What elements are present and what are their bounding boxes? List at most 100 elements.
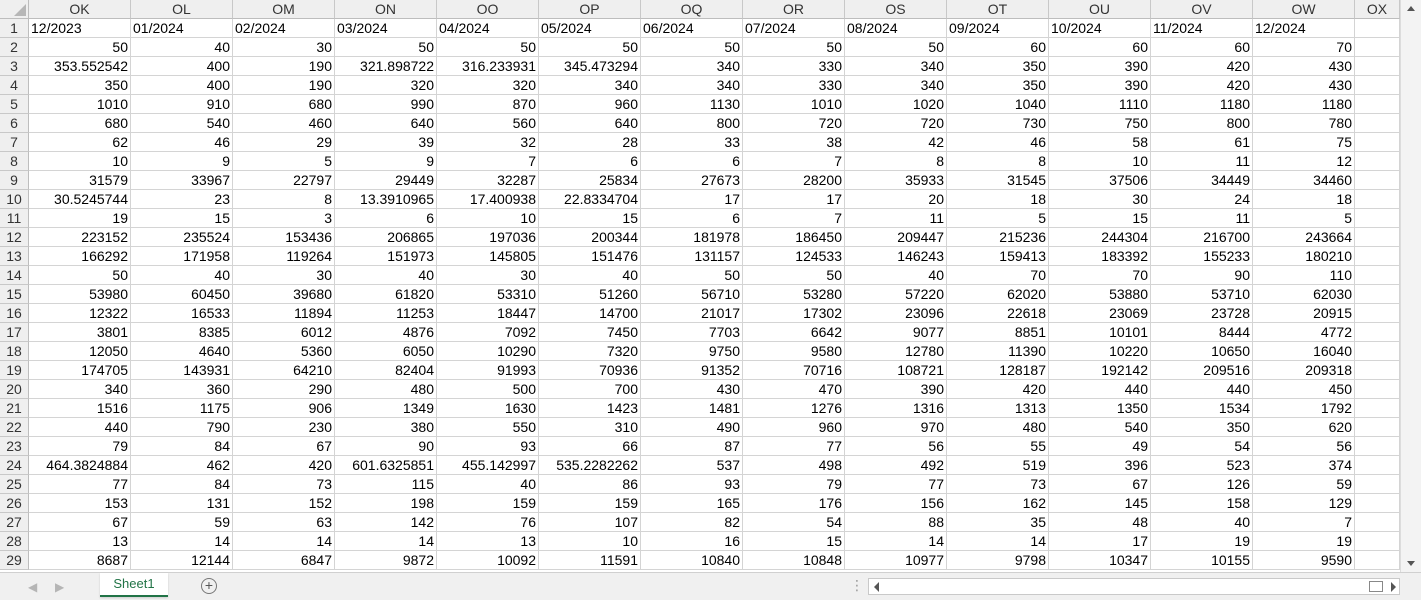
cell-om-18[interactable]: 5360 [233, 342, 335, 361]
cell-os-4[interactable]: 340 [845, 76, 947, 95]
cell-oo-18[interactable]: 10290 [437, 342, 539, 361]
cell-ot-21[interactable]: 1313 [947, 399, 1049, 418]
cell-om-21[interactable]: 906 [233, 399, 335, 418]
cell-ov-16[interactable]: 23728 [1151, 304, 1253, 323]
cell-os-7[interactable]: 42 [845, 133, 947, 152]
cell-oq-25[interactable]: 93 [641, 475, 743, 494]
cell-ox-16[interactable] [1355, 304, 1400, 323]
cell-ov-14[interactable]: 90 [1151, 266, 1253, 285]
cell-oo-3[interactable]: 316.233931 [437, 57, 539, 76]
cell-on-18[interactable]: 6050 [335, 342, 437, 361]
cell-ou-11[interactable]: 15 [1049, 209, 1151, 228]
cell-ou-15[interactable]: 53880 [1049, 285, 1151, 304]
row-header-1[interactable]: 1 [0, 19, 29, 38]
cell-ou-3[interactable]: 390 [1049, 57, 1151, 76]
cell-oq-2[interactable]: 50 [641, 38, 743, 57]
cell-oq-24[interactable]: 537 [641, 456, 743, 475]
cell-ot-20[interactable]: 420 [947, 380, 1049, 399]
cell-ov-19[interactable]: 209516 [1151, 361, 1253, 380]
column-header-on[interactable]: ON [335, 0, 437, 19]
cell-oq-11[interactable]: 6 [641, 209, 743, 228]
column-header-om[interactable]: OM [233, 0, 335, 19]
cell-os-12[interactable]: 209447 [845, 228, 947, 247]
cell-op-9[interactable]: 25834 [539, 171, 641, 190]
cell-ol-24[interactable]: 462 [131, 456, 233, 475]
cell-ot-7[interactable]: 46 [947, 133, 1049, 152]
cell-ow-20[interactable]: 450 [1253, 380, 1355, 399]
cell-ox-7[interactable] [1355, 133, 1400, 152]
cell-om-1[interactable]: 02/2024 [233, 19, 335, 38]
cell-ow-25[interactable]: 59 [1253, 475, 1355, 494]
cell-oq-21[interactable]: 1481 [641, 399, 743, 418]
cell-op-13[interactable]: 151476 [539, 247, 641, 266]
cell-ok-5[interactable]: 1010 [29, 95, 131, 114]
cell-or-11[interactable]: 7 [743, 209, 845, 228]
scroll-up-icon[interactable] [1407, 6, 1415, 11]
cell-ov-3[interactable]: 420 [1151, 57, 1253, 76]
cell-on-5[interactable]: 990 [335, 95, 437, 114]
cell-ot-2[interactable]: 60 [947, 38, 1049, 57]
cell-os-29[interactable]: 10977 [845, 551, 947, 570]
cell-ov-21[interactable]: 1534 [1151, 399, 1253, 418]
cell-op-14[interactable]: 40 [539, 266, 641, 285]
cell-oq-23[interactable]: 87 [641, 437, 743, 456]
cell-oo-19[interactable]: 91993 [437, 361, 539, 380]
cell-ox-2[interactable] [1355, 38, 1400, 57]
cell-ou-5[interactable]: 1110 [1049, 95, 1151, 114]
row-header-17[interactable]: 17 [0, 323, 29, 342]
cell-on-21[interactable]: 1349 [335, 399, 437, 418]
cell-ou-4[interactable]: 390 [1049, 76, 1151, 95]
cell-on-10[interactable]: 13.3910965 [335, 190, 437, 209]
cell-ot-16[interactable]: 22618 [947, 304, 1049, 323]
column-header-oo[interactable]: OO [437, 0, 539, 19]
cell-om-13[interactable]: 119264 [233, 247, 335, 266]
cell-os-9[interactable]: 35933 [845, 171, 947, 190]
row-header-19[interactable]: 19 [0, 361, 29, 380]
column-header-ot[interactable]: OT [947, 0, 1049, 19]
cell-om-4[interactable]: 190 [233, 76, 335, 95]
row-header-22[interactable]: 22 [0, 418, 29, 437]
cell-on-6[interactable]: 640 [335, 114, 437, 133]
column-header-os[interactable]: OS [845, 0, 947, 19]
cell-ol-15[interactable]: 60450 [131, 285, 233, 304]
cell-ok-18[interactable]: 12050 [29, 342, 131, 361]
cell-ov-6[interactable]: 800 [1151, 114, 1253, 133]
cell-on-19[interactable]: 82404 [335, 361, 437, 380]
cell-oo-20[interactable]: 500 [437, 380, 539, 399]
cell-on-8[interactable]: 9 [335, 152, 437, 171]
cell-om-8[interactable]: 5 [233, 152, 335, 171]
row-header-26[interactable]: 26 [0, 494, 29, 513]
cell-oq-26[interactable]: 165 [641, 494, 743, 513]
cell-ok-19[interactable]: 174705 [29, 361, 131, 380]
scroll-left-icon[interactable] [874, 582, 879, 592]
cell-os-25[interactable]: 77 [845, 475, 947, 494]
cell-ou-20[interactable]: 440 [1049, 380, 1151, 399]
cell-ox-11[interactable] [1355, 209, 1400, 228]
cell-oo-27[interactable]: 76 [437, 513, 539, 532]
horizontal-scroll-thumb[interactable] [1369, 581, 1383, 592]
cell-om-23[interactable]: 67 [233, 437, 335, 456]
cell-ov-12[interactable]: 216700 [1151, 228, 1253, 247]
cell-os-5[interactable]: 1020 [845, 95, 947, 114]
cell-op-24[interactable]: 535.2282262 [539, 456, 641, 475]
row-header-25[interactable]: 25 [0, 475, 29, 494]
cell-ot-26[interactable]: 162 [947, 494, 1049, 513]
cell-or-1[interactable]: 07/2024 [743, 19, 845, 38]
row-header-8[interactable]: 8 [0, 152, 29, 171]
cell-ov-26[interactable]: 158 [1151, 494, 1253, 513]
cell-os-2[interactable]: 50 [845, 38, 947, 57]
cell-ol-8[interactable]: 9 [131, 152, 233, 171]
cell-op-11[interactable]: 15 [539, 209, 641, 228]
cell-ok-29[interactable]: 8687 [29, 551, 131, 570]
cell-ok-12[interactable]: 223152 [29, 228, 131, 247]
row-header-11[interactable]: 11 [0, 209, 29, 228]
cell-ot-13[interactable]: 159413 [947, 247, 1049, 266]
cell-ol-23[interactable]: 84 [131, 437, 233, 456]
cell-op-5[interactable]: 960 [539, 95, 641, 114]
cell-on-29[interactable]: 9872 [335, 551, 437, 570]
cell-ol-2[interactable]: 40 [131, 38, 233, 57]
cell-ox-20[interactable] [1355, 380, 1400, 399]
cell-on-9[interactable]: 29449 [335, 171, 437, 190]
cell-ov-8[interactable]: 11 [1151, 152, 1253, 171]
cell-ot-29[interactable]: 9798 [947, 551, 1049, 570]
